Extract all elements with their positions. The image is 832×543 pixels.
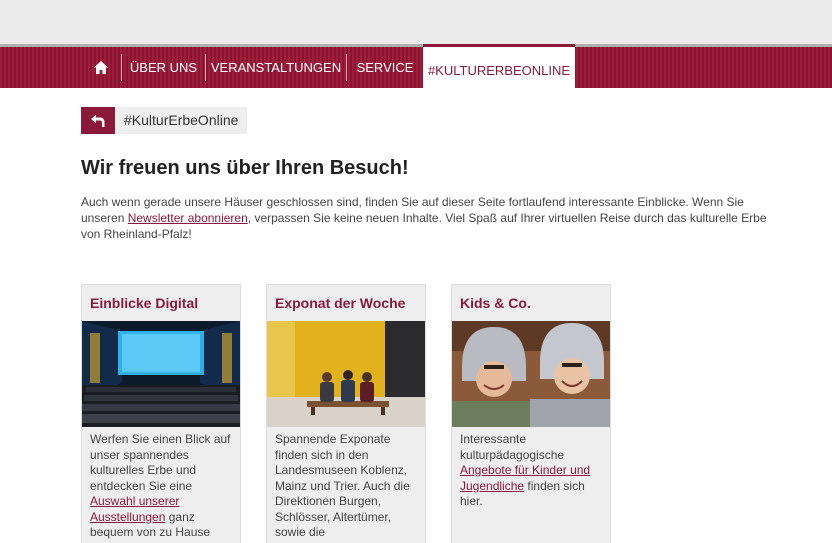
main-navigation: ÜBER UNS VERANSTALTUNGEN SERVICE #KULTUR… [0,44,832,88]
nav-item-kulturerbeonline[interactable]: #KULTURERBEONLINE [423,44,575,88]
card-title[interactable]: Kids & Co. [452,285,610,321]
card-einblicke-digital[interactable]: Einblicke Digital Werfen Sie einen Blick… [81,284,241,543]
card-title[interactable]: Exponat der Woche [267,285,425,321]
home-icon [94,61,108,74]
nav-home[interactable] [82,47,120,88]
kids-image[interactable] [452,321,610,427]
exhibit-image[interactable] [267,321,425,427]
card-text-start: Werfen Sie einen Blick auf unser spannen… [90,432,231,493]
card-kids-co[interactable]: Kids & Co. Interessante kulturpädagogisc… [451,284,611,543]
card-text: Spannende Exponate finden sich in den La… [267,427,425,541]
card-exponat-der-woche[interactable]: Exponat der Woche Spannende Exponate fin… [266,284,426,543]
newsletter-link[interactable]: Newsletter abonnieren [128,211,248,225]
top-band [0,0,832,44]
card-text: Werfen Sie einen Blick auf unser spannen… [82,427,240,541]
nav-item-ueber-uns[interactable]: ÜBER UNS [122,47,205,88]
breadcrumb: #KulturErbeOnline [81,107,248,134]
cinema-image[interactable] [82,321,240,427]
nav-item-veranstaltungen[interactable]: VERANSTALTUNGEN [206,47,346,88]
card-text-start: Spannende Exponate finden sich in den La… [275,432,410,539]
card-text-start: Interessante kulturpädagogische [460,432,565,462]
card-title[interactable]: Einblicke Digital [82,285,240,321]
intro-text: Auch wenn gerade unsere Häuser geschloss… [81,194,786,242]
nav-item-service[interactable]: SERVICE [347,47,423,88]
breadcrumb-label: #KulturErbeOnline [115,107,248,134]
page-title: Wir freuen uns über Ihren Besuch! [81,157,409,179]
back-arrow-icon [91,114,105,127]
back-button[interactable] [81,107,115,134]
card-text: Interessante kulturpädagogische Angebote… [452,427,610,510]
